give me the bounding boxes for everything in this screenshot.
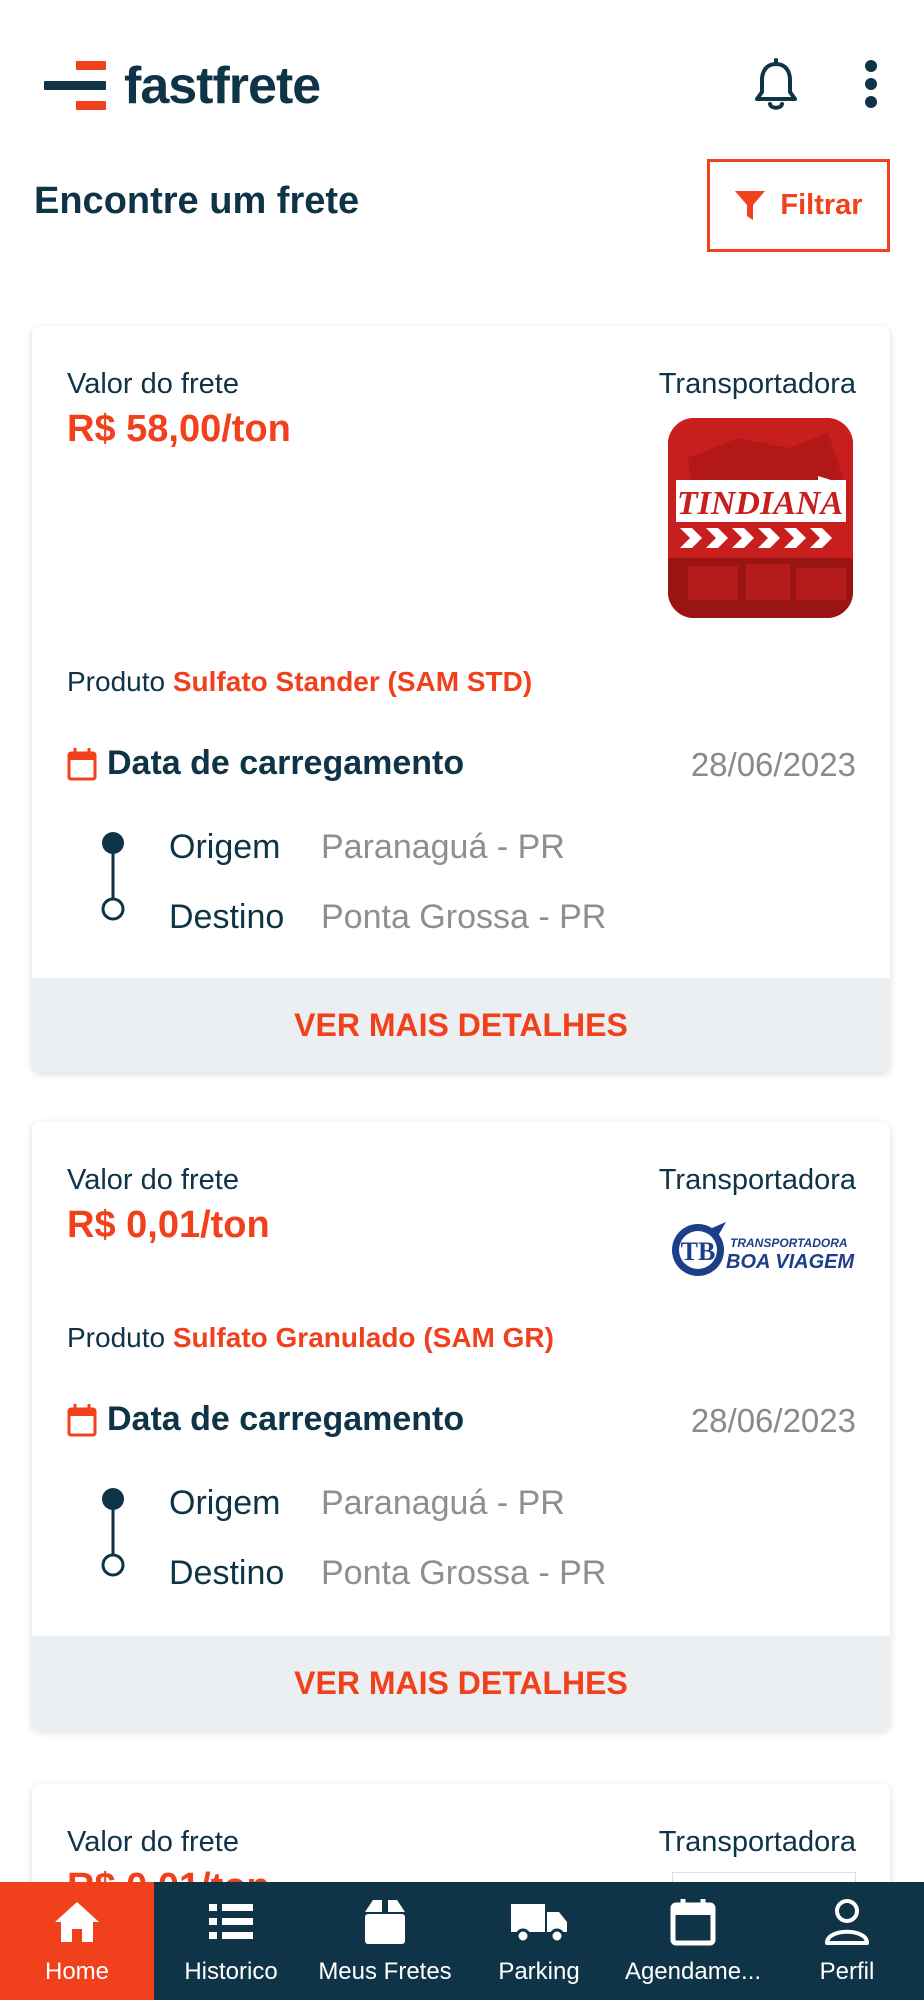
price-label: Valor do frete bbox=[67, 368, 239, 400]
product-value: Sulfato Granulado (SAM GR) bbox=[172, 1322, 554, 1353]
nav-parking[interactable]: Parking bbox=[462, 1882, 616, 2000]
carrier-logo-indiana: TINDIANA bbox=[668, 418, 853, 618]
see-details-button[interactable]: VER MAIS DETALHES bbox=[32, 978, 890, 1072]
destination-value: Ponta Grossa - PR bbox=[321, 898, 607, 936]
app-logo: fastfrete bbox=[44, 57, 321, 115]
price-value: R$ 0,01/ton bbox=[67, 1204, 270, 1246]
freight-card: Valor do frete R$ 58,00/ton Transportado… bbox=[32, 326, 890, 1072]
loading-date-label: Data de carregamento bbox=[67, 1400, 464, 1439]
carrier-logo-boa-viagem: TB TRANSPORTADORA BOA VIAGEM bbox=[668, 1220, 856, 1280]
nav-historico[interactable]: Historico bbox=[154, 1882, 308, 2000]
product-value: Sulfato Stander (SAM STD) bbox=[172, 666, 533, 697]
price-value: R$ 58,00/ton bbox=[67, 408, 291, 450]
origin-value: Paranaguá - PR bbox=[321, 1484, 565, 1522]
origin-value: Paranaguá - PR bbox=[321, 828, 565, 866]
product-label: Produto bbox=[67, 666, 166, 697]
notifications-bell-icon[interactable] bbox=[752, 58, 800, 112]
carrier-label: Transportadora bbox=[658, 1164, 856, 1196]
loading-date-value: 28/06/2023 bbox=[690, 746, 856, 783]
product-label: Produto bbox=[67, 1322, 166, 1353]
list-icon bbox=[209, 1904, 253, 1939]
origin-label: Origem bbox=[169, 828, 281, 866]
svg-text:TB: TB bbox=[681, 1237, 716, 1266]
box-icon bbox=[365, 1900, 405, 1944]
page-title: Encontre um frete bbox=[34, 180, 360, 222]
calendar-icon bbox=[67, 747, 97, 780]
price-label: Valor do frete bbox=[67, 1826, 239, 1858]
origin-label: Origem bbox=[169, 1484, 281, 1522]
nav-agendamento[interactable]: Agendame... bbox=[616, 1882, 770, 2000]
bottom-navigation: Home Historico Meus Fretes Parking Agend… bbox=[0, 1882, 924, 2000]
product-line: Produto Sulfato Stander (SAM STD) bbox=[67, 666, 532, 698]
carrier-label: Transportadora bbox=[658, 1826, 856, 1858]
product-line: Produto Sulfato Granulado (SAM GR) bbox=[67, 1322, 554, 1354]
freight-card: Valor do frete R$ 0,01/ton Transportador… bbox=[32, 1122, 890, 1730]
svg-text:TRANSPORTADORA: TRANSPORTADORA bbox=[730, 1236, 848, 1250]
calendar-icon bbox=[67, 1403, 97, 1436]
price-label: Valor do frete bbox=[67, 1164, 239, 1196]
svg-text:BOA VIAGEM: BOA VIAGEM bbox=[726, 1251, 855, 1273]
filter-button-label: Filtrar bbox=[780, 189, 863, 221]
app-header: fastfrete bbox=[0, 0, 924, 160]
more-options-icon[interactable] bbox=[856, 58, 886, 112]
carrier-label: Transportadora bbox=[658, 368, 856, 400]
truck-icon bbox=[511, 1904, 567, 1944]
route-timeline-icon bbox=[100, 1487, 126, 1577]
filter-icon bbox=[735, 190, 766, 220]
user-icon bbox=[825, 1899, 869, 1945]
route-timeline-icon bbox=[100, 831, 126, 921]
destination-label: Destino bbox=[169, 898, 285, 936]
nav-perfil[interactable]: Perfil bbox=[770, 1882, 924, 2000]
calendar-icon bbox=[670, 1899, 716, 1946]
home-icon bbox=[55, 1902, 99, 1942]
filter-button[interactable]: Filtrar bbox=[707, 159, 890, 252]
destination-value: Ponta Grossa - PR bbox=[321, 1554, 607, 1592]
loading-date-label: Data de carregamento bbox=[67, 744, 464, 783]
loading-date-value: 28/06/2023 bbox=[690, 1402, 856, 1439]
see-details-button[interactable]: VER MAIS DETALHES bbox=[32, 1636, 890, 1730]
logo-text: fastfrete bbox=[124, 57, 321, 115]
nav-meus-fretes[interactable]: Meus Fretes bbox=[308, 1882, 462, 2000]
nav-home[interactable]: Home bbox=[0, 1882, 154, 2000]
destination-label: Destino bbox=[169, 1554, 285, 1592]
logo-mark-icon bbox=[44, 61, 106, 111]
